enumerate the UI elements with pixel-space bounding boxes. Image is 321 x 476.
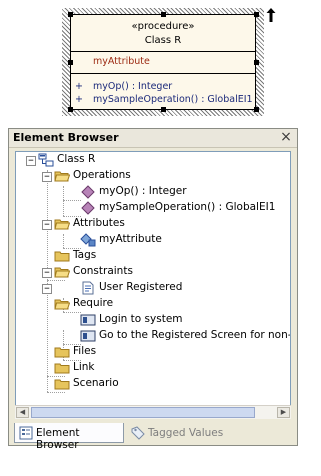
tree-node-label: Class R bbox=[57, 153, 96, 165]
collapse-toggle[interactable]: − bbox=[42, 284, 52, 294]
folder-open-icon bbox=[54, 299, 70, 310]
tree-node-label: myAttribute bbox=[99, 233, 162, 245]
tree-node-label: Require bbox=[73, 297, 114, 309]
tree-node-label: Login to system bbox=[99, 313, 183, 325]
folder-icon bbox=[54, 363, 70, 374]
class-operation: + mySampleOperation() : GlobalEI1 bbox=[75, 94, 253, 105]
operation-signature: mySampleOperation() : GlobalEI1 bbox=[93, 94, 253, 105]
collapse-toggle[interactable]: − bbox=[42, 172, 52, 182]
resize-handle[interactable] bbox=[254, 107, 259, 112]
tree-node-label: Tags bbox=[73, 249, 97, 261]
folder-open-icon bbox=[54, 219, 70, 230]
tab-strip: Element Browser Tagged Values bbox=[9, 423, 297, 451]
folder-open-icon bbox=[54, 171, 70, 182]
resize-handle[interactable] bbox=[254, 12, 259, 17]
tree-guide bbox=[63, 200, 81, 201]
class-icon bbox=[38, 153, 54, 167]
tab-label: Element Browser bbox=[36, 427, 80, 451]
class-attribute: myAttribute bbox=[93, 56, 150, 67]
scroll-left-button[interactable]: ◀ bbox=[16, 407, 29, 418]
tree-node-label: Operations bbox=[73, 169, 131, 181]
close-button[interactable]: × bbox=[279, 130, 293, 144]
class-name: Class R bbox=[144, 35, 182, 46]
operation-icon bbox=[81, 185, 95, 199]
requirement-icon bbox=[80, 330, 96, 342]
tree-node-label: Files bbox=[73, 345, 97, 357]
folder-icon bbox=[54, 379, 70, 390]
tree-node-label: mySampleOperation() : GlobalEI1 bbox=[99, 201, 276, 213]
compartment-divider bbox=[71, 73, 255, 74]
attribute-icon bbox=[80, 233, 96, 247]
element-tree: − − − − − Class R Operations myOp(): In… bbox=[15, 151, 291, 417]
resize-handle[interactable] bbox=[68, 107, 73, 112]
collapse-toggle[interactable]: − bbox=[26, 156, 36, 166]
window-title: Element Browser bbox=[13, 131, 119, 144]
resize-handle[interactable] bbox=[68, 60, 73, 65]
horizontal-scrollbar[interactable]: ◀ ▶ bbox=[15, 405, 291, 419]
class-operation: + myOp() : Integer bbox=[75, 81, 172, 92]
folder-icon bbox=[54, 251, 70, 262]
resize-handle[interactable] bbox=[68, 12, 73, 17]
folder-open-icon bbox=[54, 267, 70, 278]
tree-guide bbox=[47, 280, 65, 281]
resize-handle[interactable] bbox=[161, 12, 166, 17]
tree-node-label: myOp() : Integer bbox=[99, 185, 187, 197]
tree-node-label: Go to the Registered Screen for non-son bbox=[99, 329, 291, 341]
element-browser-window: Element Browser × − − − − − Class R Oper… bbox=[8, 128, 298, 451]
uml-class-element[interactable]: «procedure» Class R myAttribute + myOp() … bbox=[70, 14, 256, 110]
tab-label: Tagged Values bbox=[148, 427, 224, 439]
scroll-thumb[interactable] bbox=[31, 407, 255, 418]
tree-guide bbox=[47, 392, 65, 393]
visibility-marker: + bbox=[75, 94, 83, 105]
tab-tagged-values[interactable]: Tagged Values bbox=[127, 423, 237, 443]
tab-element-browser[interactable]: Element Browser bbox=[14, 423, 124, 451]
collapse-toggle[interactable]: − bbox=[42, 220, 52, 230]
scroll-right-button[interactable]: ▶ bbox=[277, 407, 290, 418]
tree-guide bbox=[47, 170, 48, 392]
tree-node-label: User Registered bbox=[99, 281, 183, 293]
requirement-icon bbox=[80, 314, 96, 326]
tree-node-label: Constraints bbox=[73, 265, 133, 277]
constraint-document-icon bbox=[82, 281, 94, 295]
tree-guide bbox=[63, 312, 81, 313]
resize-handle[interactable] bbox=[161, 107, 166, 112]
resize-handle[interactable] bbox=[254, 60, 259, 65]
folder-icon bbox=[54, 347, 70, 358]
title-bar[interactable]: Element Browser × bbox=[9, 129, 297, 148]
operation-icon bbox=[81, 201, 95, 215]
class-stereotype: «procedure» bbox=[131, 21, 195, 32]
navigate-up-arrow-icon[interactable] bbox=[266, 8, 276, 22]
tree-node-label: Link bbox=[73, 361, 95, 373]
tag-icon bbox=[131, 426, 145, 440]
tree-guide bbox=[63, 234, 64, 248]
tree-node-label: Attributes bbox=[73, 217, 125, 229]
element-browser-icon bbox=[19, 426, 33, 440]
tree-node-label: Scenario bbox=[73, 377, 119, 389]
operation-signature: myOp() : Integer bbox=[93, 81, 173, 92]
tree-guide bbox=[63, 186, 64, 216]
compartment-divider bbox=[71, 51, 255, 52]
visibility-marker: + bbox=[75, 81, 83, 92]
collapse-toggle[interactable]: − bbox=[42, 268, 52, 278]
